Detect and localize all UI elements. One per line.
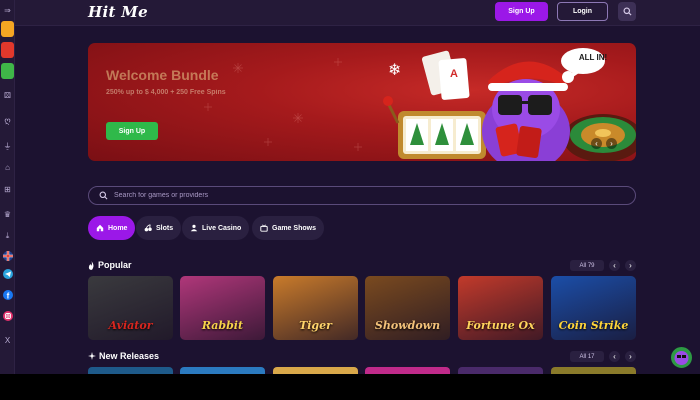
- popular-prev-button[interactable]: ‹: [609, 260, 620, 271]
- popular-section-title: Popular: [88, 260, 132, 270]
- sidebar-item-download[interactable]: ⤓: [1, 229, 14, 243]
- new-releases-section-title: New Releases: [88, 351, 159, 361]
- section-title-text: Popular: [98, 260, 132, 270]
- tv-icon: [260, 224, 268, 232]
- game-tile[interactable]: [365, 367, 450, 374]
- popular-all-button[interactable]: All 79: [570, 260, 604, 271]
- game-tile[interactable]: [88, 367, 173, 374]
- game-search-input[interactable]: [114, 189, 614, 202]
- game-tile-title: Aviator: [108, 319, 153, 332]
- game-search-bar: [88, 186, 636, 205]
- cherry-icon: ღ: [4, 115, 11, 125]
- svg-text:❄: ❄: [388, 60, 401, 79]
- sparkle-icon: [88, 352, 96, 360]
- game-tile[interactable]: Showdown: [365, 276, 450, 340]
- cherry-icon: [144, 224, 152, 232]
- game-tile-title: Coin Strike: [558, 319, 629, 332]
- banner-bubble-text: ALL IN!: [578, 53, 608, 62]
- game-tile[interactable]: Rabbit: [180, 276, 265, 340]
- mascot-icon: [674, 351, 689, 365]
- fire-icon: [88, 260, 94, 270]
- x-icon: X: [4, 335, 11, 345]
- sidebar-item-casino[interactable]: ⚄: [1, 88, 14, 102]
- game-tile-title: Showdown: [374, 319, 441, 332]
- sidebar-item-collapse[interactable]: ⇒: [1, 3, 14, 17]
- game-tile-title: Fortune Ox: [466, 319, 535, 332]
- home-icon: [96, 224, 104, 232]
- game-tile[interactable]: [551, 367, 636, 374]
- search-icon: [99, 191, 108, 200]
- tab-label: Slots: [156, 224, 174, 232]
- sidebar-item-facebook[interactable]: f: [1, 289, 14, 303]
- app-root: ⇒ ⚄ ღ ⏚ ⌂ ⊞ ♛ ⤓ f X Hit Me Sign Up Login Welcome …: [0, 0, 700, 374]
- telegram-icon: [2, 269, 13, 281]
- login-button[interactable]: Login: [557, 2, 608, 21]
- game-tile[interactable]: Tiger: [273, 276, 358, 340]
- dice-icon: ⚄: [4, 90, 11, 100]
- instagram-icon: [2, 311, 13, 323]
- header-search-button[interactable]: [618, 2, 636, 21]
- chat-mascot-button[interactable]: [669, 345, 694, 370]
- download-icon: ⤓: [5, 231, 10, 240]
- header: Hit Me Sign Up Login: [15, 0, 700, 26]
- uk-flag-icon: [2, 251, 13, 263]
- section-title-text: New Releases: [99, 351, 160, 361]
- sidebar-item-shows[interactable]: ⌂: [1, 160, 14, 174]
- game-tile[interactable]: [273, 367, 358, 374]
- new-releases-all-button[interactable]: All 17: [570, 351, 604, 362]
- banner-title: Welcome Bundle: [106, 67, 219, 83]
- game-tile[interactable]: Fortune Ox: [458, 276, 543, 340]
- sidebar-item-live[interactable]: ⏚: [1, 139, 14, 153]
- promo-banner[interactable]: Welcome Bundle 250% up to $ 4,000 + 250 …: [88, 43, 636, 161]
- new-releases-next-button[interactable]: ›: [625, 351, 636, 362]
- game-tile[interactable]: Coin Strike: [551, 276, 636, 340]
- svg-text:f: f: [6, 292, 9, 301]
- gift-icon: ⊞: [4, 184, 11, 194]
- banner-prev-button[interactable]: ‹: [591, 138, 602, 149]
- site-logo[interactable]: Hit Me: [88, 3, 148, 21]
- bottom-black-strip: [0, 374, 700, 400]
- tab-label: Game Shows: [272, 224, 316, 232]
- slot-machine-icon: [383, 96, 486, 159]
- sidebar-item-tournaments[interactable]: ♛: [1, 207, 14, 221]
- collapse-icon: ⇒: [4, 5, 11, 15]
- sidebar-item-language[interactable]: [1, 250, 14, 264]
- dealer-icon: ⏚: [3, 141, 12, 151]
- signup-button[interactable]: Sign Up: [495, 2, 548, 21]
- dealer-icon: [190, 224, 198, 232]
- tab-slots[interactable]: Slots: [136, 216, 182, 240]
- svg-text:A: A: [450, 68, 458, 80]
- tab-live-casino[interactable]: Live Casino: [182, 216, 250, 240]
- sidebar-item-x[interactable]: X: [1, 333, 14, 347]
- mascot-character: [482, 61, 574, 161]
- sidebar-item-promo-red[interactable]: [1, 42, 14, 58]
- sidebar-item-instagram[interactable]: [1, 310, 14, 324]
- banner-next-button[interactable]: ›: [606, 138, 617, 149]
- search-icon: [622, 7, 632, 16]
- banner-signup-button[interactable]: Sign Up: [106, 122, 158, 140]
- sidebar-item-promos[interactable]: ⊞: [1, 182, 14, 196]
- playing-card-icon: A: [421, 50, 470, 100]
- sidebar-item-promo-green[interactable]: [1, 63, 14, 79]
- trophy-icon: ♛: [3, 209, 12, 219]
- banner-subtitle: 250% up to $ 4,000 + 250 Free Spins: [106, 89, 226, 96]
- game-tile[interactable]: [458, 367, 543, 374]
- sidebar-item-slots[interactable]: ღ: [1, 113, 14, 127]
- tab-label: Home: [108, 224, 128, 232]
- tab-label: Live Casino: [202, 224, 242, 232]
- game-tile[interactable]: [180, 367, 265, 374]
- facebook-icon: f: [2, 290, 13, 302]
- sidebar: ⇒ ⚄ ღ ⏚ ⌂ ⊞ ♛ ⤓ f X: [0, 0, 15, 374]
- popular-next-button[interactable]: ›: [625, 260, 636, 271]
- sidebar-item-promo-orange[interactable]: [1, 21, 14, 37]
- game-tile-title: Tiger: [299, 319, 332, 332]
- sidebar-item-telegram[interactable]: [1, 268, 14, 282]
- game-tile-title: Rabbit: [201, 319, 244, 332]
- tab-game-shows[interactable]: Game Shows: [252, 216, 324, 240]
- game-tile[interactable]: Aviator: [88, 276, 173, 340]
- roulette-wheel-icon: [563, 114, 636, 161]
- tab-home[interactable]: Home: [88, 216, 136, 240]
- store-icon: ⌂: [5, 162, 10, 172]
- new-releases-prev-button[interactable]: ‹: [609, 351, 620, 362]
